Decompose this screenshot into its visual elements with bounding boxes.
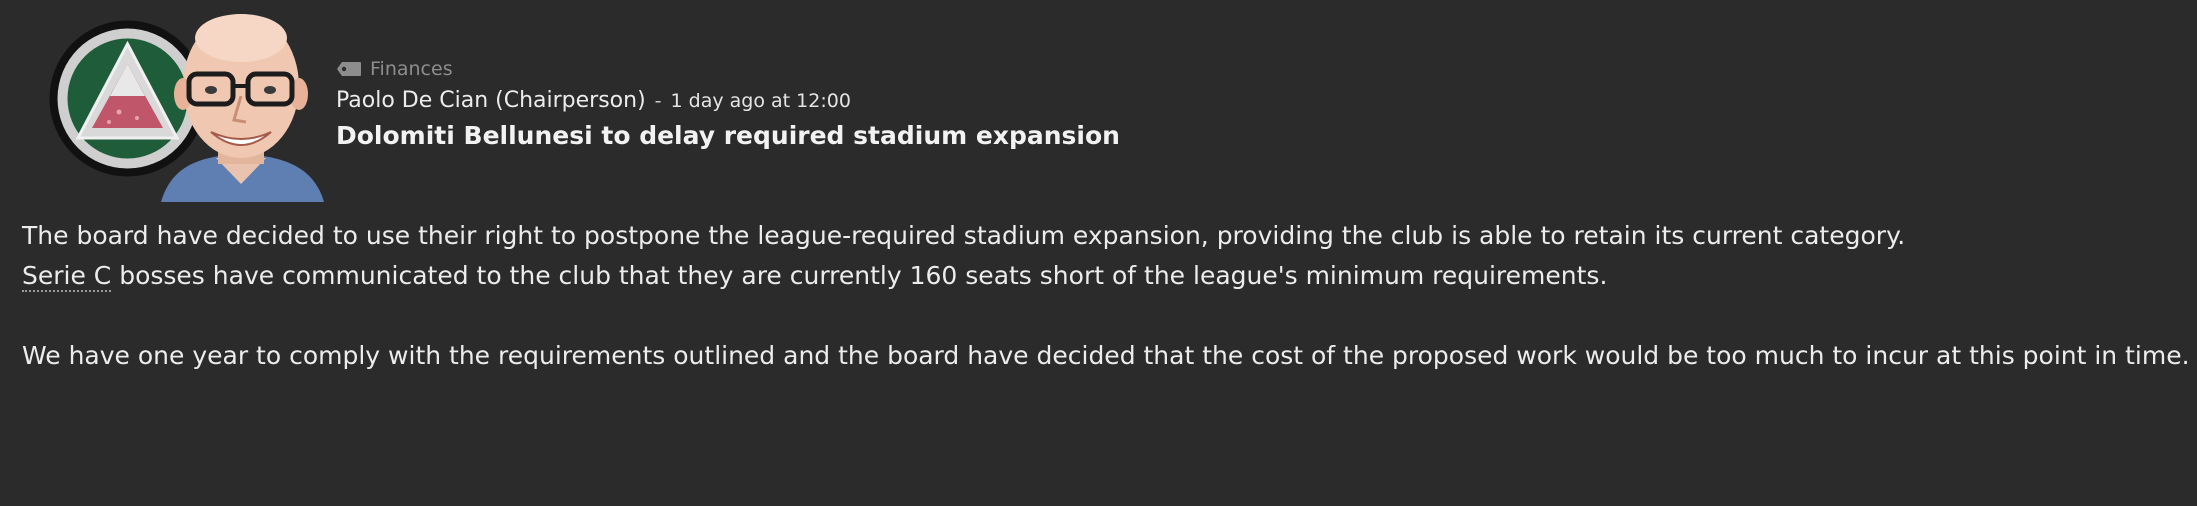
message-category: Finances: [336, 56, 1120, 82]
body-line-1: The board have decided to use their righ…: [22, 221, 1906, 250]
sender-name[interactable]: Paolo De Cian (Chairperson): [336, 88, 646, 113]
category-label: Finances: [370, 58, 453, 80]
separator: -: [654, 90, 662, 112]
sender-line: Paolo De Cian (Chairperson) - 1 day ago …: [336, 88, 1120, 113]
message-headline: Dolomiti Bellunesi to delay required sta…: [336, 121, 1120, 150]
news-message: Finances Paolo De Cian (Chairperson) - 1…: [0, 0, 2197, 506]
body-paragraph-2: We have one year to comply with the requ…: [22, 341, 2190, 370]
chairperson-avatar[interactable]: [156, 8, 326, 202]
message-header: Finances Paolo De Cian (Chairperson) - 1…: [336, 56, 1120, 150]
body-line-2: Serie C bosses have communicated to the …: [22, 256, 2172, 296]
message-body: The board have decided to use their righ…: [22, 216, 2190, 376]
body-line-2-text: bosses have communicated to the club tha…: [111, 261, 1608, 290]
timestamp: 1 day ago at 12:00: [670, 90, 851, 112]
league-link[interactable]: Serie C: [22, 261, 112, 292]
tag-icon: [337, 62, 361, 76]
